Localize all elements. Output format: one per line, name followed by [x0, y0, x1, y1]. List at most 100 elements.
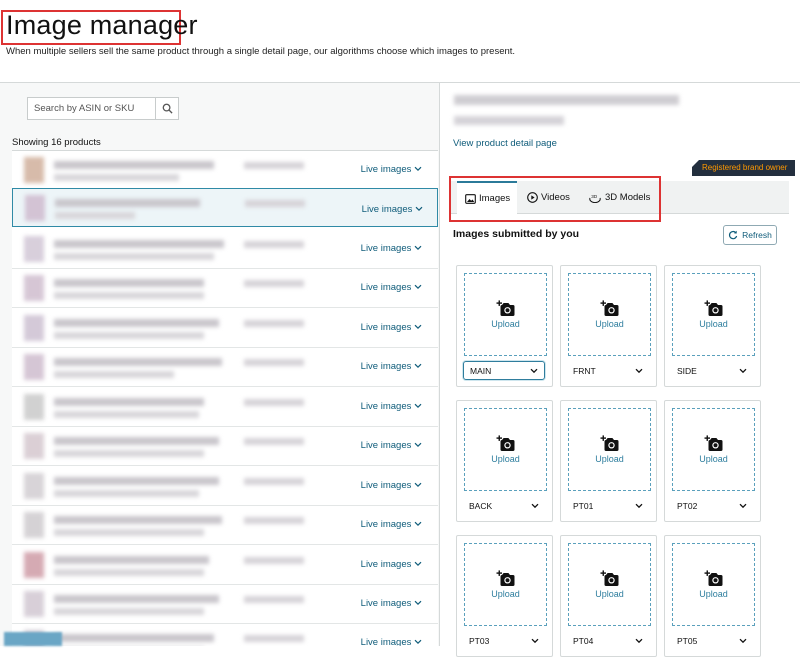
product-name-redacted	[54, 358, 222, 366]
product-thumbnail	[24, 512, 44, 538]
product-sku-redacted	[244, 320, 304, 327]
product-row[interactable]: Live images	[12, 506, 438, 545]
live-images-toggle[interactable]: Live images	[361, 164, 422, 175]
slot-variant-value: BACK	[469, 500, 493, 511]
live-images-toggle[interactable]: Live images	[361, 322, 422, 333]
live-images-label: Live images	[360, 282, 412, 293]
upload-dropzone[interactable]: Upload	[464, 273, 547, 356]
slot-variant-select[interactable]: FRNT	[567, 361, 649, 380]
slot-variant-select[interactable]: MAIN	[463, 361, 545, 380]
product-name-redacted	[54, 516, 222, 524]
upload-dropzone[interactable]: Upload	[464, 543, 547, 626]
product-list: Live images Live images Live images Live…	[12, 150, 438, 646]
live-images-toggle[interactable]: Live images	[361, 440, 422, 451]
chevron-down-icon	[414, 245, 422, 251]
product-name-redacted	[54, 161, 214, 169]
slot-variant-select[interactable]: PT02	[671, 496, 753, 515]
upload-label: Upload	[595, 454, 624, 464]
slot-variant-select[interactable]: BACK	[463, 496, 545, 515]
chevron-down-icon	[739, 638, 747, 643]
product-meta-redacted	[54, 174, 179, 181]
chevron-down-icon	[414, 521, 422, 527]
live-images-toggle[interactable]: Live images	[361, 559, 422, 570]
slot-variant-value: PT02	[677, 500, 698, 511]
view-detail-page-link[interactable]: View product detail page	[453, 138, 557, 149]
live-images-label: Live images	[360, 401, 412, 412]
search-input[interactable]	[28, 98, 155, 119]
upload-dropzone[interactable]: Upload	[672, 273, 755, 356]
chevron-down-icon	[414, 363, 422, 369]
product-row[interactable]: Live images	[12, 585, 438, 624]
live-images-toggle[interactable]: Live images	[361, 519, 422, 530]
product-thumbnail	[24, 394, 44, 420]
upload-dropzone[interactable]: Upload	[464, 408, 547, 491]
product-thumbnail	[24, 552, 44, 578]
product-row[interactable]: Live images	[12, 348, 438, 387]
refresh-button[interactable]: Refresh	[723, 225, 777, 245]
upload-dropzone[interactable]: Upload	[672, 543, 755, 626]
product-name-redacted	[54, 279, 204, 287]
product-meta-redacted	[54, 292, 204, 299]
product-row[interactable]: Live images	[12, 388, 438, 427]
live-images-label: Live images	[360, 598, 412, 609]
live-images-toggle[interactable]: Live images	[361, 243, 422, 254]
slot-variant-select[interactable]: PT03	[463, 631, 545, 650]
upload-dropzone[interactable]: Upload	[568, 408, 651, 491]
chevron-down-icon	[414, 561, 422, 567]
live-images-toggle[interactable]: Live images	[361, 401, 422, 412]
product-row[interactable]: Live images	[12, 427, 438, 466]
product-title-redacted	[454, 95, 679, 105]
live-images-toggle[interactable]: Live images	[361, 282, 422, 293]
product-sku-redacted	[244, 517, 304, 524]
upload-dropzone[interactable]: Upload	[672, 408, 755, 491]
page-subtitle: When multiple sellers sell the same prod…	[6, 46, 516, 57]
product-row[interactable]: Live images	[12, 467, 438, 506]
search-button[interactable]	[155, 98, 178, 119]
add-photo-icon	[600, 300, 618, 316]
product-row[interactable]: Live images	[12, 624, 438, 646]
live-images-toggle[interactable]: Live images	[361, 637, 422, 646]
slot-variant-select[interactable]: PT04	[567, 631, 649, 650]
chevron-down-icon	[739, 368, 747, 373]
chevron-down-icon	[414, 600, 422, 606]
chevron-down-icon	[414, 284, 422, 290]
product-row[interactable]: Live images	[12, 269, 438, 308]
chevron-down-icon	[635, 503, 643, 508]
product-name-redacted	[54, 319, 219, 327]
live-images-toggle[interactable]: Live images	[361, 480, 422, 491]
chevron-down-icon	[739, 503, 747, 508]
slot-variant-value: PT01	[573, 500, 594, 511]
live-images-label: Live images	[360, 243, 412, 254]
product-meta-redacted	[54, 411, 199, 418]
product-row[interactable]: Live images	[12, 230, 438, 269]
live-images-toggle[interactable]: Live images	[361, 361, 422, 372]
product-row[interactable]: Live images	[12, 309, 438, 348]
slot-variant-select[interactable]: PT05	[671, 631, 753, 650]
chevron-down-icon	[530, 368, 538, 373]
product-count: Showing 16 products	[12, 137, 101, 148]
live-images-label: Live images	[360, 361, 412, 372]
tabs-highlight	[449, 176, 661, 222]
product-thumbnail	[24, 275, 44, 301]
refresh-icon	[729, 230, 738, 240]
product-meta-redacted	[55, 212, 135, 219]
product-row[interactable]: Live images	[12, 188, 438, 227]
product-thumbnail	[24, 236, 44, 262]
product-meta-redacted	[54, 529, 204, 536]
image-slot-card: Upload FRNT	[560, 265, 657, 387]
upload-dropzone[interactable]: Upload	[568, 543, 651, 626]
live-images-toggle[interactable]: Live images	[362, 204, 423, 215]
slot-variant-select[interactable]: SIDE	[671, 361, 753, 380]
chevron-down-icon	[414, 324, 422, 330]
live-images-toggle[interactable]: Live images	[361, 598, 422, 609]
product-row[interactable]: Live images	[12, 546, 438, 585]
upload-dropzone[interactable]: Upload	[568, 273, 651, 356]
slot-variant-select[interactable]: PT01	[567, 496, 649, 515]
product-row[interactable]: Live images	[12, 151, 438, 190]
live-images-label: Live images	[360, 164, 412, 175]
upload-label: Upload	[699, 454, 728, 464]
footer-bar	[4, 632, 62, 646]
product-thumbnail	[24, 433, 44, 459]
image-slot-card: Upload PT03	[456, 535, 553, 657]
product-sku-redacted	[244, 359, 304, 366]
